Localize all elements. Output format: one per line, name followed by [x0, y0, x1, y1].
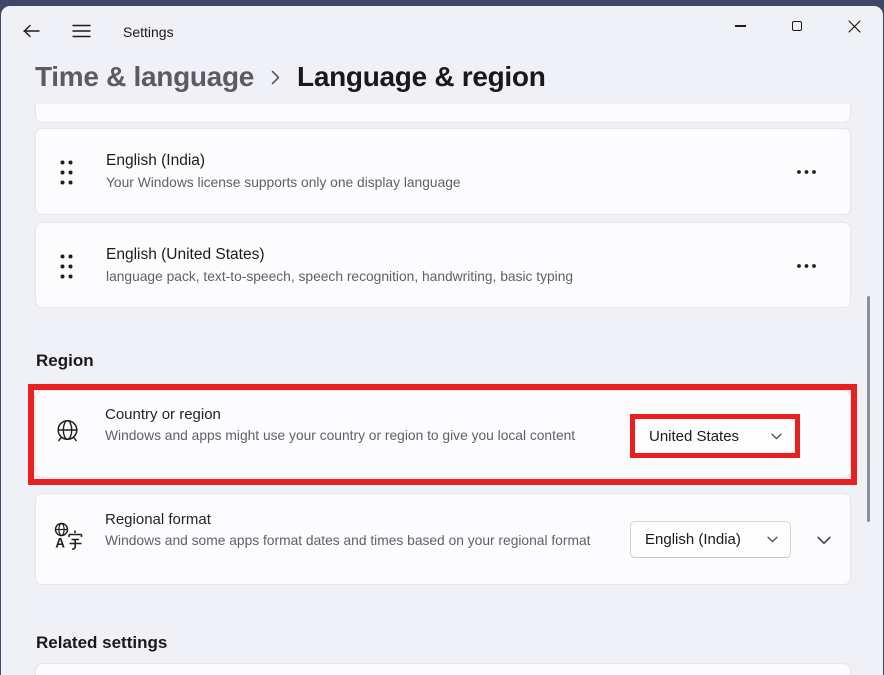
- section-header-region: Region: [36, 351, 94, 371]
- more-options-button[interactable]: [786, 246, 826, 286]
- regional-format-dropdown[interactable]: English (India): [630, 521, 791, 558]
- setting-description: Windows and some apps format dates and t…: [105, 531, 625, 550]
- section-header-related-settings: Related settings: [36, 633, 167, 653]
- partial-card-bottom: [35, 663, 851, 675]
- drag-handle-icon[interactable]: [59, 253, 74, 285]
- minimize-icon: [735, 25, 746, 26]
- regional-format-dropdown-value: English (India): [645, 531, 741, 548]
- drag-handle-icon[interactable]: [59, 159, 74, 191]
- more-options-button[interactable]: [786, 152, 826, 192]
- maximize-icon: [792, 21, 802, 31]
- partial-card-top: [35, 104, 851, 123]
- settings-page: Settings Time & language Language & regi…: [0, 0, 884, 675]
- close-button[interactable]: [831, 8, 877, 44]
- chevron-down-icon: [817, 536, 831, 545]
- scrollbar[interactable]: [867, 296, 870, 522]
- language-description: Your Windows license supports only one d…: [106, 175, 461, 190]
- chevron-down-icon: [767, 536, 778, 543]
- translate-language-icon: A: [52, 521, 85, 559]
- setting-title: Country or region: [105, 406, 221, 423]
- svg-text:A: A: [55, 536, 65, 551]
- app-title: Settings: [123, 24, 174, 40]
- expand-row-button[interactable]: [806, 522, 842, 558]
- ellipsis-icon: [797, 170, 816, 174]
- language-item-english-india[interactable]: English (India) Your Windows license sup…: [35, 128, 851, 215]
- breadcrumb: Time & language Language & region: [35, 61, 546, 93]
- hamburger-icon: [72, 24, 91, 38]
- language-description: language pack, text-to-speech, speech re…: [106, 269, 573, 284]
- chevron-down-icon: [771, 433, 782, 440]
- close-icon: [848, 20, 861, 33]
- breadcrumb-parent[interactable]: Time & language: [35, 61, 254, 93]
- language-item-english-united-states[interactable]: English (United States) language pack, t…: [35, 222, 851, 308]
- country-dropdown[interactable]: United States: [635, 419, 795, 453]
- setting-description: Windows and apps might use your country …: [105, 426, 597, 445]
- language-name: English (United States): [106, 246, 265, 264]
- page-title: Language & region: [297, 61, 545, 93]
- globe-icon: [54, 418, 81, 450]
- ellipsis-icon: [797, 264, 816, 268]
- hamburger-menu-button[interactable]: [65, 15, 97, 47]
- maximize-button[interactable]: [774, 8, 820, 44]
- breadcrumb-chevron-icon: [271, 70, 280, 85]
- back-arrow-icon: [22, 24, 40, 38]
- minimize-button[interactable]: [717, 8, 763, 44]
- language-name: English (India): [106, 152, 205, 170]
- country-dropdown-value: United States: [649, 428, 739, 445]
- back-button[interactable]: [15, 15, 47, 47]
- setting-title: Regional format: [105, 511, 211, 528]
